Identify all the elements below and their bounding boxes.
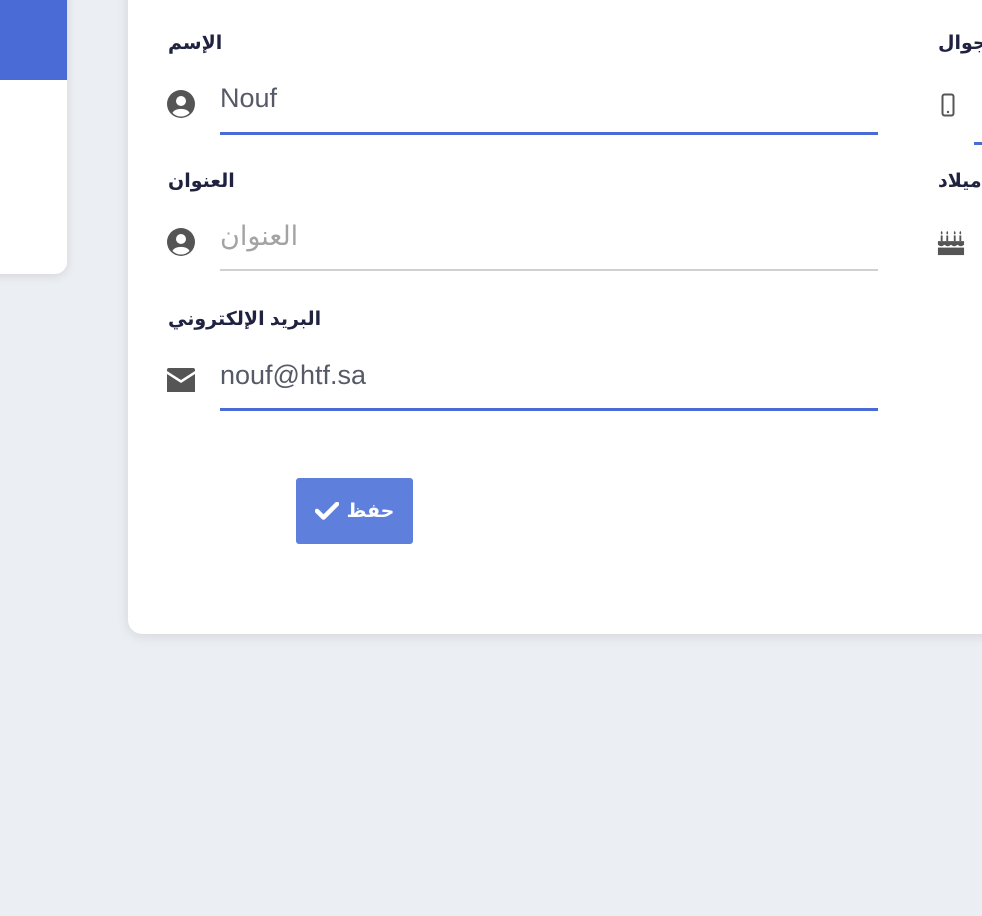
name-label: الإسم (168, 33, 223, 54)
mobile-phone-icon (934, 91, 962, 119)
birthdate-label: ميلاد (938, 171, 982, 192)
birthday-cake-icon (937, 228, 965, 256)
envelope-icon (167, 366, 195, 394)
address-input[interactable] (220, 216, 878, 256)
check-icon (314, 502, 339, 520)
address-label: العنوان (168, 171, 235, 192)
mobile-underline (974, 142, 982, 145)
name-input[interactable] (220, 78, 878, 118)
email-label: البريد الإلكتروني (168, 309, 322, 330)
side-card (0, 0, 67, 274)
email-underline (220, 408, 878, 411)
side-card-header (0, 0, 67, 80)
save-button[interactable]: حفظ (296, 478, 413, 544)
user-circle-icon (167, 228, 195, 256)
address-underline (220, 269, 878, 271)
user-circle-icon (167, 90, 195, 118)
mobile-label: جوال (938, 33, 982, 54)
name-underline (220, 132, 878, 135)
email-input[interactable] (220, 355, 878, 395)
save-label: حفظ (346, 500, 395, 522)
